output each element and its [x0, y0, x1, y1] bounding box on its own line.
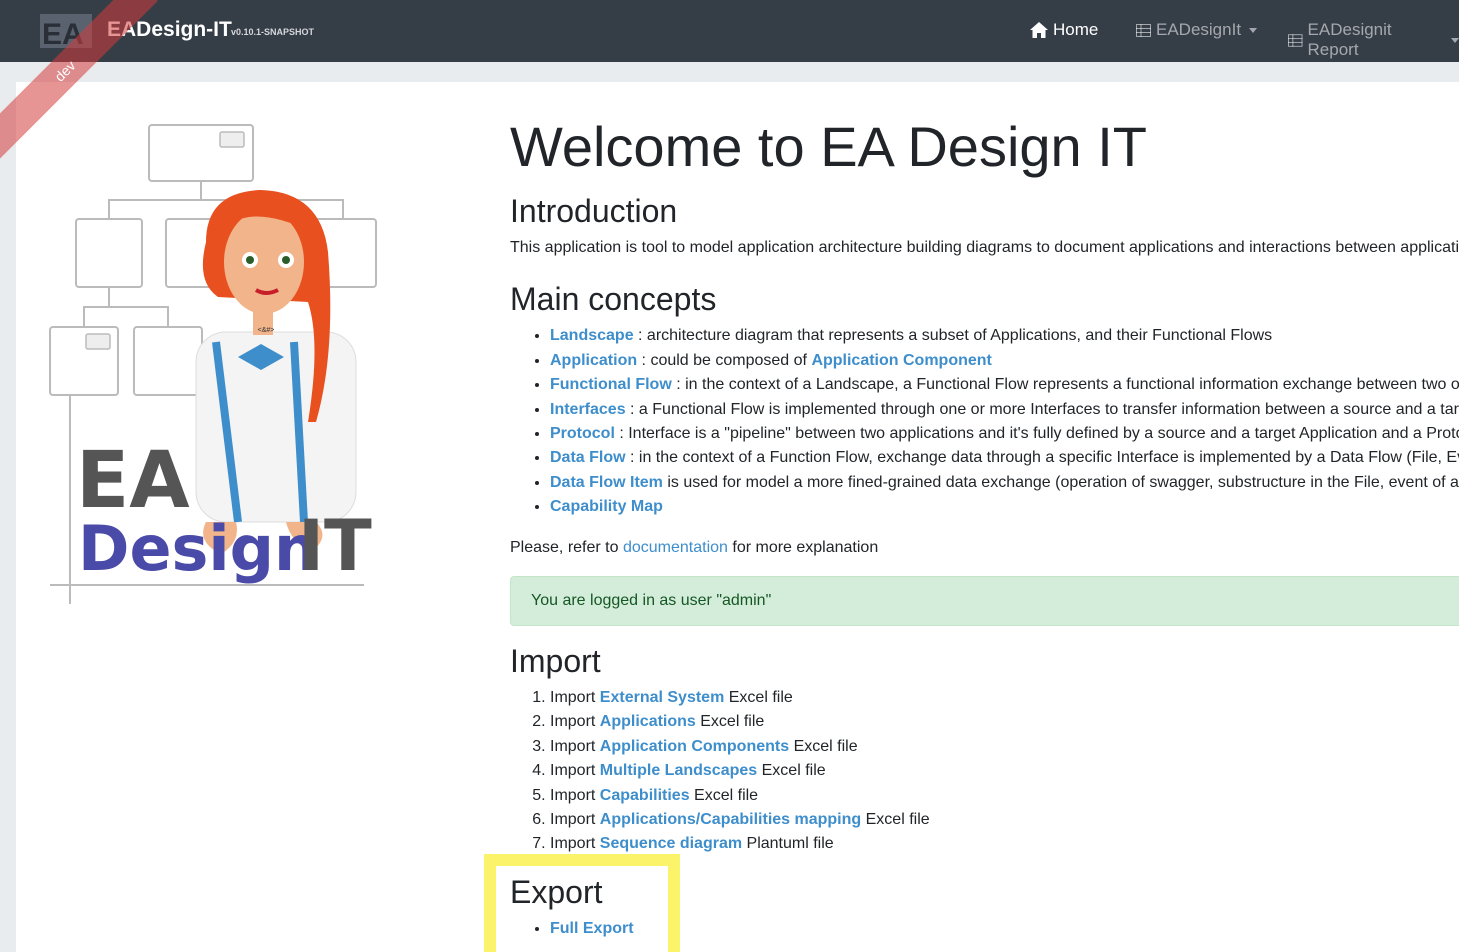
list-item: Full Export — [550, 917, 1459, 941]
functional-flow-link[interactable]: Functional Flow — [550, 376, 672, 393]
page-title: Welcome to EA Design IT — [510, 115, 1147, 178]
concept-text: is used for model a more fined-grained d… — [662, 473, 1459, 491]
import-suffix: Excel file — [689, 786, 759, 804]
concept-text: : in the context of a Function Flow, exc… — [625, 449, 1459, 467]
caret-down-icon — [1249, 27, 1258, 33]
refer-suffix: for more explanation — [727, 538, 879, 556]
data-flow-link[interactable]: Data Flow — [550, 449, 626, 466]
application-link[interactable]: Application — [550, 352, 637, 369]
import-multiple-landscapes-link[interactable]: Multiple Landscapes — [600, 762, 757, 779]
navbar: EA EADesign-IT v0.10.1-SNAPSHOT Home EAD… — [0, 0, 1459, 62]
concepts-heading: Main concepts — [510, 280, 717, 317]
concept-text: : in the context of a Landscape, a Funct… — [676, 376, 1459, 394]
concept-text: : could be composed of — [637, 351, 812, 369]
application-component-link[interactable]: Application Component — [811, 352, 991, 369]
import-app-capabilities-mapping-link[interactable]: Applications/Capabilities mapping — [600, 811, 861, 828]
logo-text-design: Design — [78, 512, 318, 585]
list-item: Data Flow Item is used for model a more … — [550, 471, 1459, 495]
login-alert: You are logged in as user "admin" — [510, 575, 1459, 626]
nav-report-label: EADesignit Report — [1307, 20, 1392, 59]
interfaces-link[interactable]: Interfaces — [550, 401, 626, 418]
badge-text: <&#> — [258, 327, 275, 334]
import-capabilities-link[interactable]: Capabilities — [600, 787, 690, 804]
list-item: Interfaces : a Functional Flow is implem… — [550, 398, 1459, 422]
caret-down-icon — [1451, 37, 1459, 43]
list-item: Import Application Components Excel file — [550, 735, 1459, 759]
nav-report-dropdown[interactable]: EADesignit Report — [1288, 20, 1459, 60]
concept-text: : Interface is a "pipeline" between two … — [614, 425, 1459, 442]
import-prefix: Import — [550, 737, 600, 755]
documentation-link[interactable]: documentation — [623, 539, 728, 556]
nav-eadesignit-dropdown[interactable]: EADesignIt — [1136, 20, 1258, 40]
import-suffix: Excel file — [757, 762, 826, 780]
concept-text: : architecture diagram that represents a… — [633, 327, 1273, 345]
import-suffix: Excel file — [695, 713, 765, 731]
list-item: Capability Map — [550, 495, 1459, 519]
list-item: Import Capabilities Excel file — [550, 784, 1459, 808]
refer-prefix: Please, refer to — [510, 538, 623, 556]
import-suffix: Excel file — [861, 811, 930, 829]
import-prefix: Import — [550, 713, 600, 731]
list-item: Data Flow : in the context of a Function… — [550, 446, 1459, 470]
concepts-list: Landscape : architecture diagram that re… — [510, 324, 1459, 519]
list-item: Import Multiple Landscapes Excel file — [550, 759, 1459, 783]
main-content: Welcome to EA Design IT Introduction Thi… — [510, 116, 1459, 942]
import-suffix: Excel file — [724, 689, 793, 707]
list-item: Import Applications Excel file — [550, 710, 1459, 734]
nav-home-label: Home — [1053, 20, 1099, 39]
concept-text: : a Functional Flow is implemented throu… — [625, 400, 1459, 418]
import-external-system-link[interactable]: External System — [600, 689, 725, 706]
import-sequence-diagram-link[interactable]: Sequence diagram — [600, 835, 742, 852]
landscape-link[interactable]: Landscape — [550, 327, 634, 344]
import-prefix: Import — [550, 786, 600, 804]
brand-version: v0.10.1-SNAPSHOT — [231, 27, 315, 37]
import-heading: Import — [510, 642, 601, 679]
refer-text: Please, refer to documentation for more … — [510, 536, 1459, 560]
list-item: Import External System Excel file — [550, 686, 1459, 710]
nav-eadesignit-label: EADesignIt — [1156, 20, 1242, 39]
list-item: Import Applications/Capabilities mapping… — [550, 808, 1459, 832]
data-flow-item-link[interactable]: Data Flow Item — [550, 474, 663, 491]
intro-heading: Introduction — [510, 192, 678, 229]
import-application-components-link[interactable]: Application Components — [600, 738, 789, 755]
protocol-link[interactable]: Protocol — [550, 425, 615, 442]
import-applications-link[interactable]: Applications — [600, 713, 696, 730]
list-item: Application : could be composed of Appli… — [550, 349, 1459, 373]
table-icon — [1288, 33, 1303, 47]
capability-map-link[interactable]: Capability Map — [550, 498, 663, 515]
intro-text: This application is tool to model applic… — [510, 238, 1459, 256]
eadesignit-mascot-illustration: <&#> EA Design IT — [49, 124, 377, 604]
list-item: Protocol : Interface is a "pipeline" bet… — [550, 422, 1459, 446]
list-item: Landscape : architecture diagram that re… — [550, 324, 1459, 348]
import-list: Import External System Excel file Import… — [510, 686, 1459, 857]
logo-text-it: IT — [298, 505, 372, 587]
import-suffix: Plantuml file — [742, 835, 834, 853]
list-item: Functional Flow : in the context of a La… — [550, 373, 1459, 397]
export-highlight-box — [484, 854, 680, 952]
import-prefix: Import — [550, 689, 600, 707]
table-icon — [1136, 23, 1151, 37]
main-card: <&#> EA Design IT Welcome to EA Design I… — [16, 82, 1459, 952]
import-prefix: Import — [550, 835, 600, 853]
import-prefix: Import — [550, 762, 600, 780]
import-suffix: Excel file — [789, 737, 858, 755]
nav-home[interactable]: Home — [1030, 20, 1098, 40]
list-item: Import Sequence diagram Plantuml file — [550, 832, 1459, 856]
home-icon — [1030, 22, 1048, 38]
import-prefix: Import — [550, 811, 600, 829]
